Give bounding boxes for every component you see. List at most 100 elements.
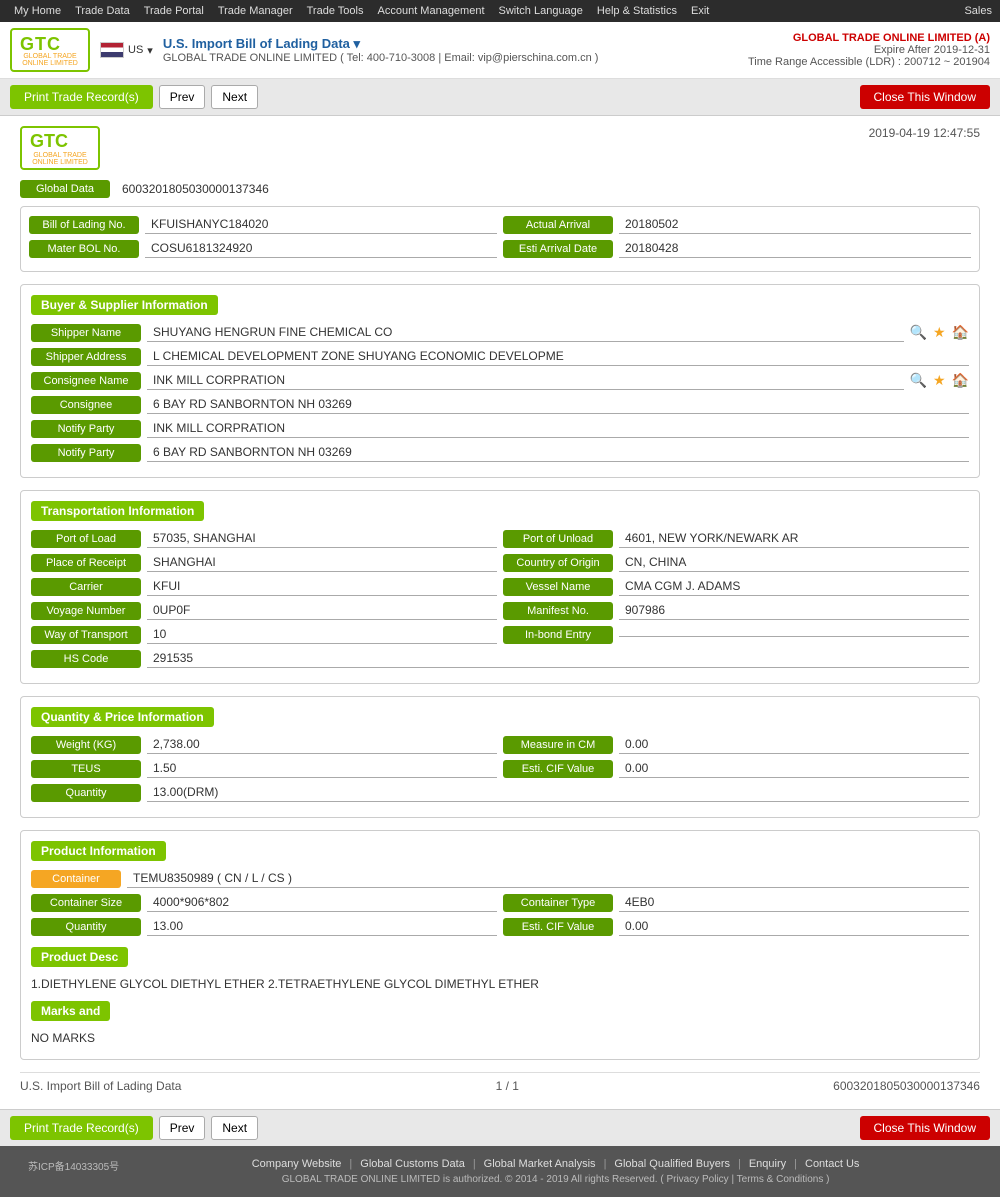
shipper-search-icon[interactable]: 🔍 (910, 324, 927, 341)
header-bar: GTC GLOBAL TRADE ONLINE LIMITED US ▾ U.S… (0, 22, 1000, 79)
weight-row: Weight (KG) 2,738.00 Measure in CM 0.00 (31, 735, 969, 754)
container-type-value: 4EB0 (619, 893, 969, 912)
consignee-name-label: Consignee Name (31, 372, 141, 390)
container-row: Container TEMU8350989 ( CN / L / CS ) (31, 869, 969, 888)
port-unload-label: Port of Unload (503, 530, 613, 548)
global-data-row: Global Data 600320180503000013734​6 (20, 180, 980, 198)
print-button-bottom[interactable]: Print Trade Record(s) (10, 1116, 153, 1140)
prev-button-top[interactable]: Prev (159, 85, 206, 109)
bol-no-value: KFUISHANYC184020 (145, 215, 497, 234)
container-size-pair: Container Size 4000*906*802 (31, 893, 497, 912)
nav-items: My Home Trade Data Trade Portal Trade Ma… (8, 0, 715, 22)
footer-global-buyers[interactable]: Global Qualified Buyers (614, 1158, 730, 1170)
print-button-top[interactable]: Print Trade Record(s) (10, 85, 153, 109)
product-qty-row: Quantity 13.00 Esti. CIF Value 0.00 (31, 917, 969, 936)
nav-trade-data[interactable]: Trade Data (69, 0, 136, 22)
qty-value: 13.00(DRM) (147, 783, 969, 802)
transport-title: Transportation Information (31, 501, 204, 521)
shipper-name-label: Shipper Name (31, 324, 141, 342)
way-transport-label: Way of Transport (31, 626, 141, 644)
esti-arrival-label: Esti Arrival Date (503, 240, 613, 258)
buyer-supplier-title: Buyer & Supplier Information (31, 295, 218, 315)
carrier-value: KFUI (147, 577, 497, 596)
marks-value: NO MARKS (31, 1027, 969, 1049)
footer-enquiry[interactable]: Enquiry (749, 1158, 786, 1170)
container-size-row: Container Size 4000*906*802 Container Ty… (31, 893, 969, 912)
nav-trade-tools[interactable]: Trade Tools (301, 0, 370, 22)
header-middle: U.S. Import Bill of Lading Data ▾ GLOBAL… (163, 36, 738, 64)
nav-help[interactable]: Help & Statistics (591, 0, 683, 22)
place-receipt-label: Place of Receipt (31, 554, 141, 572)
weight-label: Weight (KG) (31, 736, 141, 754)
weight-pair: Weight (KG) 2,738.00 (31, 735, 497, 754)
consignee-label: Consignee (31, 396, 141, 414)
record-header: GTC GLOBAL TRADE ONLINE LIMITED 2019-04-… (20, 126, 980, 170)
company-name: GLOBAL TRADE ONLINE LIMITED (A) (748, 32, 990, 44)
header-contact: GLOBAL TRADE ONLINE LIMITED ( Tel: 400-7… (163, 52, 738, 64)
nav-trade-portal[interactable]: Trade Portal (138, 0, 210, 22)
top-toolbar: Print Trade Record(s) Prev Next Close Th… (0, 79, 1000, 116)
container-label: Container (31, 870, 121, 888)
container-value: TEMU8350989 ( CN / L / CS ) (127, 869, 969, 888)
next-button-top[interactable]: Next (211, 85, 258, 109)
shipper-name-value: SHUYANG HENGRUN FINE CHEMICAL CO (147, 323, 904, 342)
footer-right: Company Website | Global Customs Data | … (139, 1158, 972, 1185)
prev-button-bottom[interactable]: Prev (159, 1116, 206, 1140)
footer-contact-us[interactable]: Contact Us (805, 1158, 859, 1170)
record-footer-source: U.S. Import Bill of Lading Data (20, 1079, 181, 1093)
record-footer: U.S. Import Bill of Lading Data 1 / 1 60… (20, 1072, 980, 1099)
nav-my-home[interactable]: My Home (8, 0, 67, 22)
nav-trade-manager[interactable]: Trade Manager (212, 0, 299, 22)
consignee-search-icon[interactable]: 🔍 (910, 372, 927, 389)
shipper-addr-label: Shipper Address (31, 348, 141, 366)
notify-party2-row: Notify Party 6 BAY RD SANBORNTON NH 0326… (31, 443, 969, 462)
port-load-row: Port of Load 57035, SHANGHAI Port of Unl… (31, 529, 969, 548)
inbond-value (619, 632, 969, 637)
footer-global-market[interactable]: Global Market Analysis (484, 1158, 596, 1170)
footer-company-website[interactable]: Company Website (252, 1158, 342, 1170)
logo-sub: GLOBAL TRADE ONLINE LIMITED (20, 53, 80, 67)
port-load-value: 57035, SHANGHAI (147, 529, 497, 548)
port-load-pair: Port of Load 57035, SHANGHAI (31, 529, 497, 548)
nav-exit[interactable]: Exit (685, 0, 715, 22)
nav-switch-lang[interactable]: Switch Language (493, 0, 589, 22)
footer-global-customs[interactable]: Global Customs Data (360, 1158, 465, 1170)
hs-code-row: HS Code 291535 (31, 649, 969, 668)
port-unload-value: 4601, NEW YORK/NEWARK AR (619, 529, 969, 548)
shipper-home-icon[interactable]: 🏠 (952, 324, 969, 341)
record-footer-id: 60032018050300001373​46 (833, 1079, 980, 1093)
next-button-bottom[interactable]: Next (211, 1116, 258, 1140)
product-qty-pair: Quantity 13.00 (31, 917, 497, 936)
qty-row: Quantity 13.00(DRM) (31, 783, 969, 802)
hs-code-value: 291535 (147, 649, 969, 668)
weight-value: 2,738.00 (147, 735, 497, 754)
actual-arrival-value: 20180502 (619, 215, 971, 234)
marks-label: Marks and (31, 1001, 110, 1021)
close-button-top[interactable]: Close This Window (860, 85, 990, 109)
record-footer-page: 1 / 1 (496, 1079, 519, 1093)
carrier-label: Carrier (31, 578, 141, 596)
country-origin-pair: Country of Origin CN, CHINA (503, 553, 969, 572)
shipper-star-icon[interactable]: ★ (933, 324, 946, 341)
product-qty-value: 13.00 (147, 917, 497, 936)
shipper-addr-row: Shipper Address L CHEMICAL DEVELOPMENT Z… (31, 347, 969, 366)
nav-account-mgmt[interactable]: Account Management (372, 0, 491, 22)
quantity-title: Quantity & Price Information (31, 707, 214, 727)
close-button-bottom[interactable]: Close This Window (860, 1116, 990, 1140)
manifest-label: Manifest No. (503, 602, 613, 620)
master-bol-pair: Mater BOL No. COSU6181324920 (29, 239, 497, 258)
manifest-pair: Manifest No. 907986 (503, 601, 969, 620)
esti-arrival-value: 20180428 (619, 239, 971, 258)
port-load-label: Port of Load (31, 530, 141, 548)
flag-dropdown[interactable]: ▾ (147, 44, 153, 57)
consignee-star-icon[interactable]: ★ (933, 372, 946, 389)
record-timestamp: 2019-04-19 12:47:55 (869, 126, 980, 140)
main-content: GTC GLOBAL TRADE ONLINE LIMITED 2019-04-… (0, 116, 1000, 1109)
consignee-home-icon[interactable]: 🏠 (952, 372, 969, 389)
footer-copyright: GLOBAL TRADE ONLINE LIMITED is authorize… (139, 1174, 972, 1185)
bol-fields-card: Bill of Lading No. KFUISHANYC184020 Actu… (20, 206, 980, 272)
header-title: U.S. Import Bill of Lading Data ▾ (163, 36, 738, 52)
teus-value: 1.50 (147, 759, 497, 778)
bottom-toolbar: Print Trade Record(s) Prev Next Close Th… (0, 1109, 1000, 1146)
product-cif-pair: Esti. CIF Value 0.00 (503, 917, 969, 936)
